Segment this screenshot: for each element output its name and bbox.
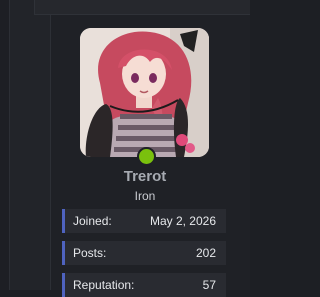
header-strip xyxy=(34,0,250,15)
avatar-illustration xyxy=(80,28,209,157)
user-rank: Iron xyxy=(134,189,156,203)
stat-posts[interactable]: Posts: 202 xyxy=(62,241,226,265)
stat-reputation[interactable]: Reputation: 57 xyxy=(62,273,226,297)
stat-joined: Joined: May 2, 2026 xyxy=(62,209,226,233)
avatar[interactable] xyxy=(80,28,209,157)
username[interactable]: Trerot xyxy=(50,168,240,185)
stat-value: May 2, 2026 xyxy=(149,214,216,228)
stat-label: Posts: xyxy=(73,246,107,260)
stat-label: Joined: xyxy=(73,214,112,228)
online-status-indicator xyxy=(137,147,156,166)
stat-value[interactable]: 202 xyxy=(196,246,216,260)
